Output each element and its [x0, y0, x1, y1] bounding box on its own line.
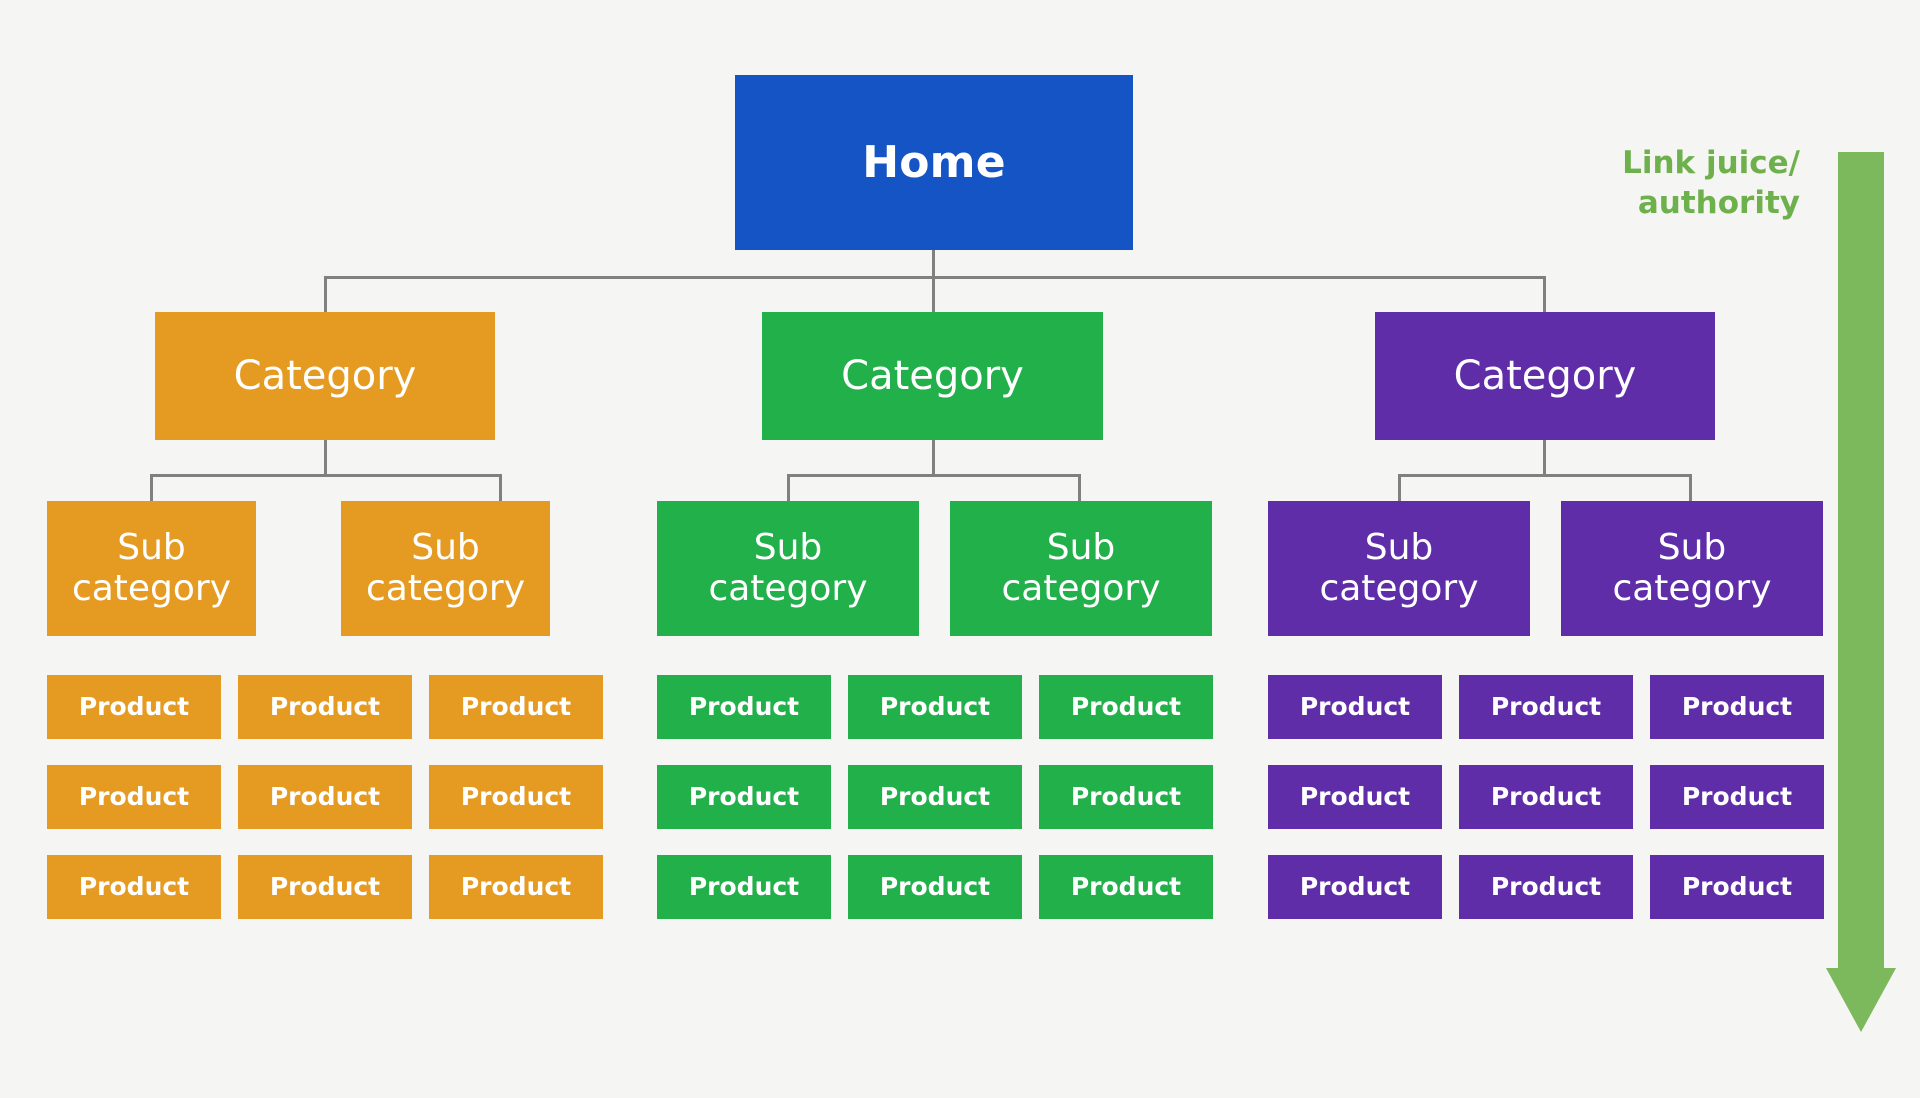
node-product-1-6[interactable]: Product — [429, 765, 603, 829]
node-subcategory-3-1[interactable]: Sub category — [1268, 501, 1530, 636]
connector-cat3-sub1 — [1398, 474, 1401, 502]
connector-cat1-stem — [324, 440, 327, 476]
node-home[interactable]: Home — [735, 75, 1133, 250]
node-subcategory-2-1[interactable]: Sub category — [657, 501, 919, 636]
node-product-2-1[interactable]: Product — [657, 675, 831, 739]
node-subcategory-2-2[interactable]: Sub category — [950, 501, 1212, 636]
node-product-3-2[interactable]: Product — [1459, 675, 1633, 739]
node-product-3-6[interactable]: Product — [1650, 765, 1824, 829]
connector-cat3-sub2 — [1689, 474, 1692, 502]
connector-cat3-stem — [1543, 440, 1546, 476]
node-product-1-7[interactable]: Product — [47, 855, 221, 919]
node-category-1[interactable]: Category — [155, 312, 495, 440]
node-product-1-1[interactable]: Product — [47, 675, 221, 739]
node-product-3-9[interactable]: Product — [1650, 855, 1824, 919]
connector-cat2-bus — [787, 474, 1081, 477]
node-product-1-9[interactable]: Product — [429, 855, 603, 919]
node-product-2-8[interactable]: Product — [848, 855, 1022, 919]
node-product-2-3[interactable]: Product — [1039, 675, 1213, 739]
node-product-2-7[interactable]: Product — [657, 855, 831, 919]
connector-cat2-sub2 — [1078, 474, 1081, 502]
node-product-1-2[interactable]: Product — [238, 675, 412, 739]
node-category-3[interactable]: Category — [1375, 312, 1715, 440]
link-juice-label: Link juice/ authority — [1622, 145, 1800, 221]
link-juice-arrow-head — [1826, 968, 1896, 1032]
node-product-3-8[interactable]: Product — [1459, 855, 1633, 919]
node-subcategory-3-2[interactable]: Sub category — [1561, 501, 1823, 636]
connector-to-category-1 — [324, 276, 327, 312]
node-product-1-3[interactable]: Product — [429, 675, 603, 739]
link-juice-arrow-icon — [1826, 152, 1896, 1032]
node-product-2-4[interactable]: Product — [657, 765, 831, 829]
connector-cat3-bus — [1398, 474, 1692, 477]
node-product-3-7[interactable]: Product — [1268, 855, 1442, 919]
connector-cat1-bus — [150, 474, 502, 477]
connector-home-stem — [932, 250, 935, 278]
node-product-2-5[interactable]: Product — [848, 765, 1022, 829]
connector-cat1-sub1 — [150, 474, 153, 502]
link-juice-arrow-shaft — [1838, 152, 1884, 970]
node-subcategory-1-1[interactable]: Sub category — [47, 501, 256, 636]
node-product-1-8[interactable]: Product — [238, 855, 412, 919]
node-product-2-6[interactable]: Product — [1039, 765, 1213, 829]
site-architecture-diagram: Home Category Sub category Sub category … — [0, 0, 1920, 1098]
node-category-2[interactable]: Category — [762, 312, 1103, 440]
node-product-3-1[interactable]: Product — [1268, 675, 1442, 739]
node-product-2-2[interactable]: Product — [848, 675, 1022, 739]
node-subcategory-1-2[interactable]: Sub category — [341, 501, 550, 636]
connector-home-bus — [324, 276, 1546, 279]
connector-to-category-3 — [1543, 276, 1546, 312]
node-product-3-5[interactable]: Product — [1459, 765, 1633, 829]
node-product-1-5[interactable]: Product — [238, 765, 412, 829]
connector-cat2-stem — [932, 440, 935, 476]
node-product-3-3[interactable]: Product — [1650, 675, 1824, 739]
node-product-2-9[interactable]: Product — [1039, 855, 1213, 919]
connector-to-category-2 — [932, 276, 935, 312]
node-product-1-4[interactable]: Product — [47, 765, 221, 829]
connector-cat2-sub1 — [787, 474, 790, 502]
node-product-3-4[interactable]: Product — [1268, 765, 1442, 829]
connector-cat1-sub2 — [499, 474, 502, 502]
